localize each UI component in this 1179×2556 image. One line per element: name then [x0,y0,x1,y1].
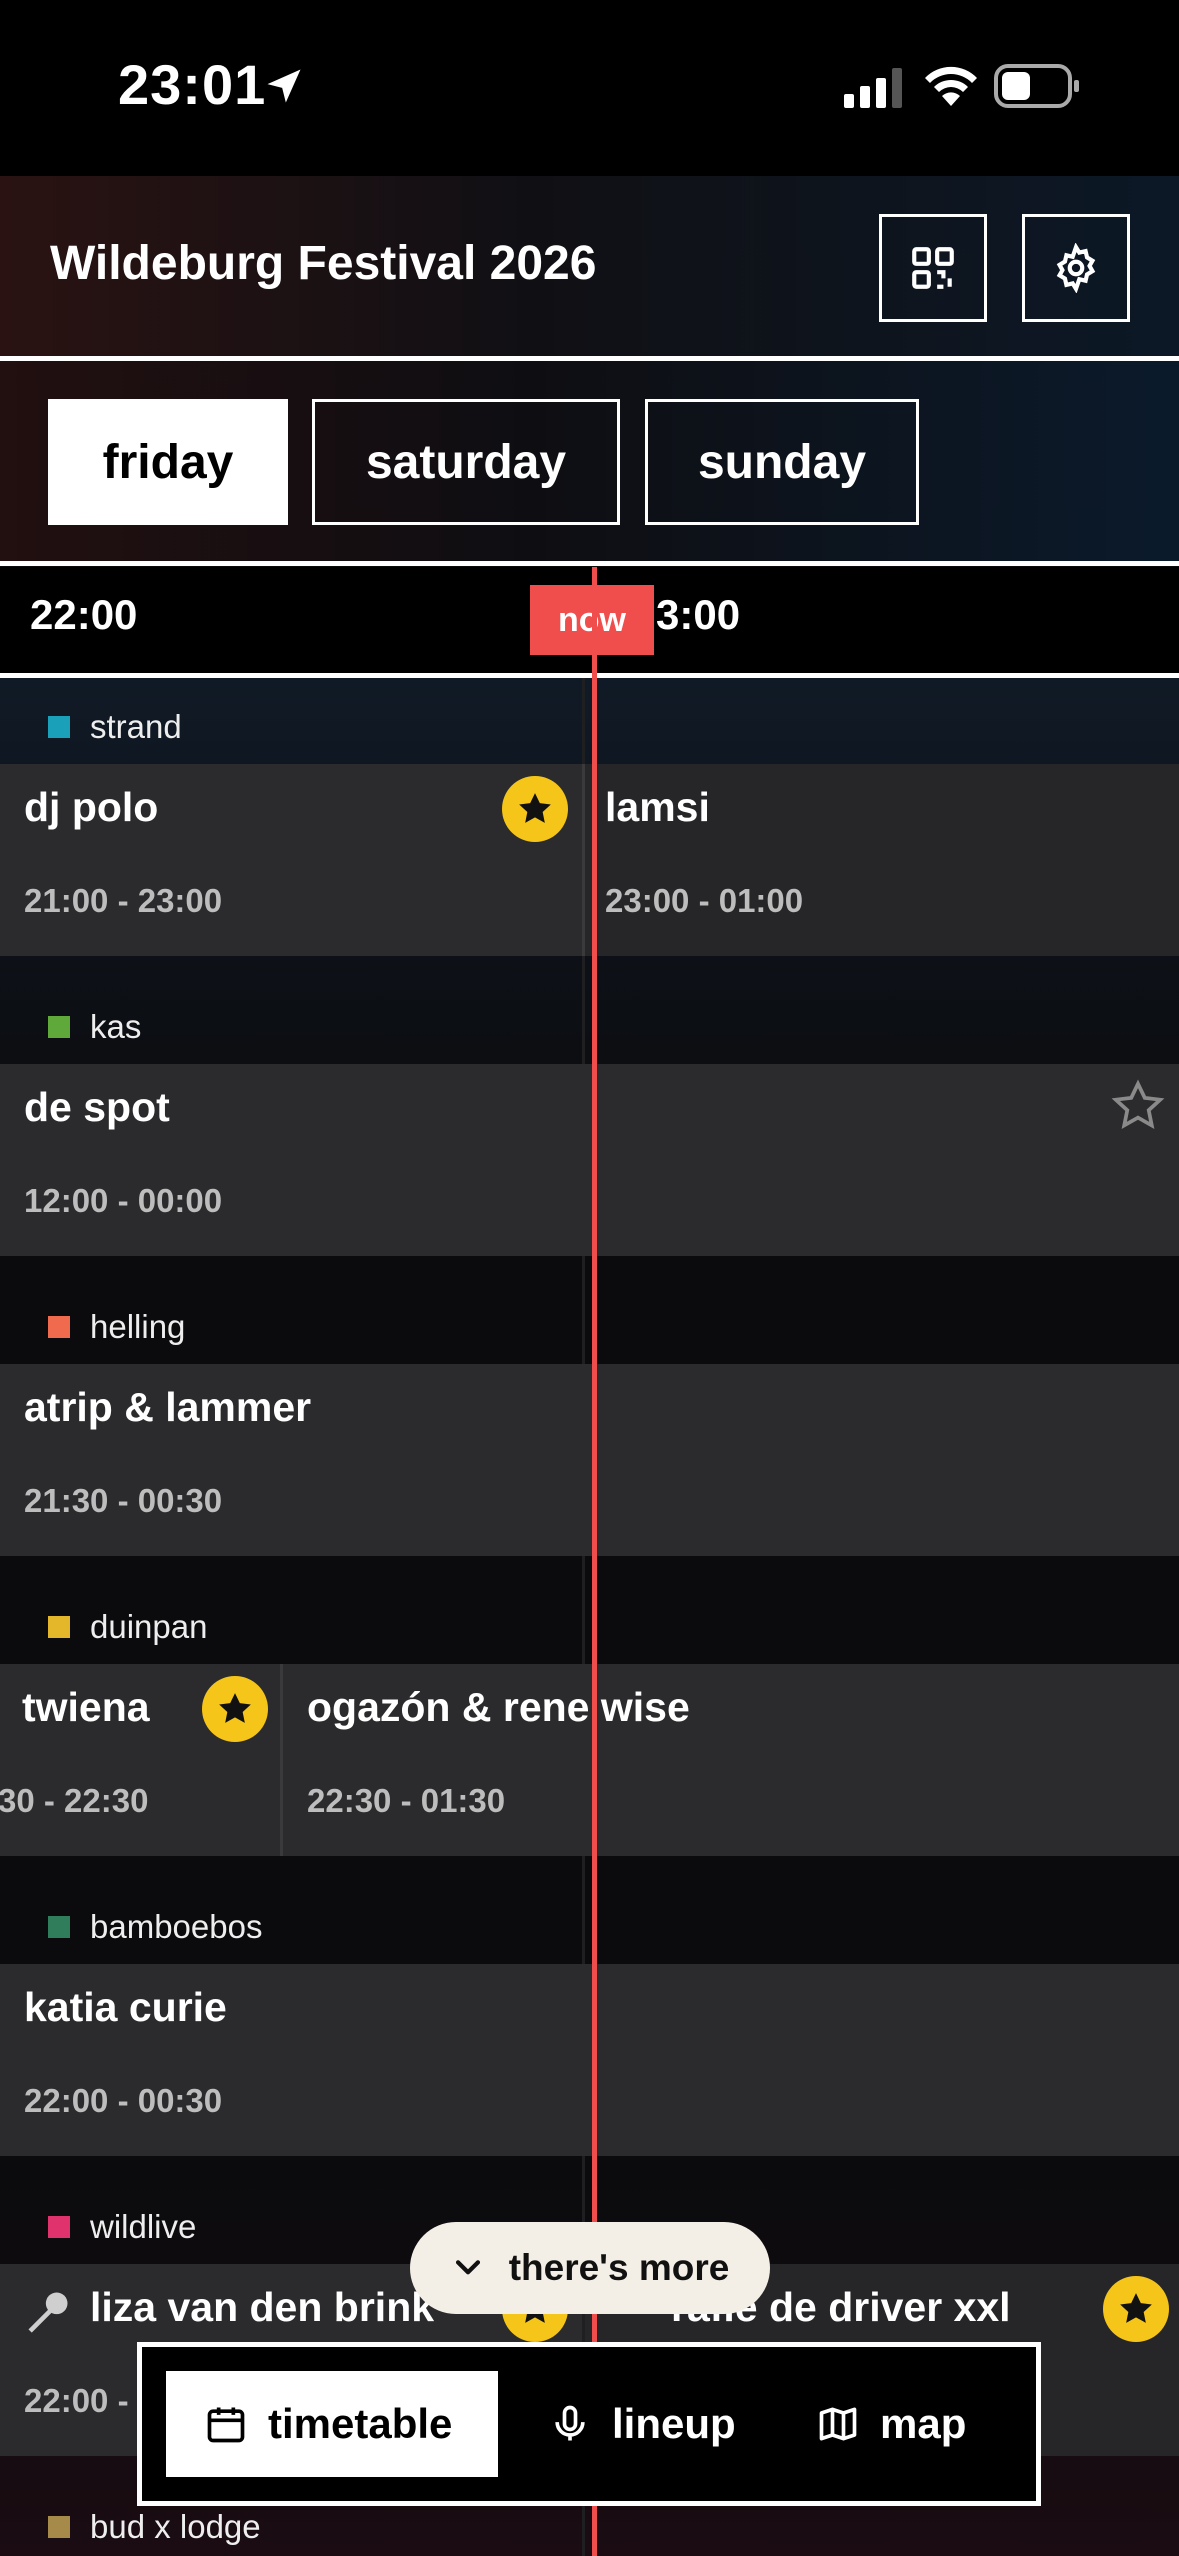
wifi-icon [925,66,977,106]
time-axis: 22:00 3:00 now [0,567,1179,673]
settings-button[interactable] [1022,214,1130,322]
nav-label: lineup [612,2400,736,2447]
battery-icon [994,64,1079,108]
set-time: 22:00 - [24,2382,129,2419]
stage-name: bamboebos [90,1908,263,1945]
stage-name: duinpan [90,1608,208,1645]
tab-sunday[interactable]: sunday [645,399,919,525]
set-time: 12:00 - 00:00 [24,1182,223,1219]
stage-name: wildlive [90,2208,197,2245]
stage-name: helling [90,1308,186,1345]
set-name: ogazón & rene wise [307,1684,690,1730]
favorite-star-button[interactable] [202,1676,268,1742]
star-icon [519,793,551,823]
microphone-icon [28,2292,68,2333]
qr-code-icon [912,247,954,289]
stage-label-helling: helling [48,1308,185,1346]
stage-color-helling [48,1316,70,1338]
qr-code-button[interactable] [879,214,987,322]
gear-icon [1056,243,1096,293]
app-header: Wildeburg Festival 2026 [0,176,1179,356]
set-time: 21:00 - 23:00 [24,882,223,919]
chevron-down-icon [455,2260,480,2275]
set-time: 22:00 - 00:30 [24,2082,223,2119]
stage-label-duinpan: duinpan [48,1608,207,1646]
stage-label-kas: kas [48,1008,141,1046]
star-icon [219,1693,251,1723]
stage-color-wildlive [48,2216,70,2238]
stage-label-wildlive: wildlive [48,2208,196,2246]
set-time: 23:00 - 01:00 [605,882,804,919]
set-time: 30 - 22:30 [0,1782,149,1819]
stage-name: bud x lodge [90,2508,261,2545]
stage-name: strand [90,708,182,745]
stage-color-bud-x-lodge [48,2516,70,2538]
nav-map[interactable]: map [764,2371,1004,2477]
set-twiena[interactable]: twiena 30 - 22:30 [0,1664,280,1856]
tabs-divider [0,561,1179,566]
nav-label: timetable [268,2400,453,2447]
set-katia-curie[interactable]: katia curie 22:00 - 00:30 [0,1964,1179,2156]
nav-timetable[interactable]: timetable [166,2371,498,2477]
set-name: twiena [22,1684,150,1730]
set-name: dj polo [24,784,159,830]
stage-label-bud-x-lodge: bud x lodge [48,2508,261,2546]
microphone-icon [555,2405,585,2441]
bottom-navigation: timetable lineup map [137,2342,1041,2506]
theres-more-button[interactable]: there's more [410,2222,770,2314]
page-title: Wildeburg Festival 2026 [50,237,597,290]
location-arrow-icon [267,69,301,103]
set-name: de spot [24,1084,170,1130]
nav-lineup[interactable]: lineup [506,2371,756,2477]
favorite-star-button[interactable] [502,776,568,842]
stage-name: kas [90,1008,142,1045]
set-dj-polo[interactable]: dj polo 21:00 - 23:00 [0,764,582,956]
map-icon [819,2407,857,2441]
theres-more-label: there's more [508,2247,730,2288]
set-lamsi[interactable]: lamsi 23:00 - 01:00 [585,764,1179,956]
time-label-next: 3:00 [656,591,741,638]
set-atrip-lammer[interactable]: atrip & lammer 21:30 - 00:30 [0,1364,1179,1556]
nav-label: map [880,2400,967,2447]
tab-saturday[interactable]: saturday [312,399,620,525]
calendar-icon [207,2407,245,2443]
set-de-spot[interactable]: de spot 12:00 - 00:00 [0,1064,1179,1256]
set-name: lamsi [605,784,710,830]
favorite-star-button[interactable] [1103,2276,1169,2342]
set-name: atrip & lammer [24,1384,312,1430]
star-icon [1120,2293,1152,2323]
set-name: liza van den brink [90,2284,435,2330]
stage-color-strand [48,716,70,738]
stage-label-strand: strand [48,708,182,746]
status-bar: 23:01 [0,0,1179,176]
star-outline-icon[interactable] [1110,1078,1166,1134]
stage-color-duinpan [48,1616,70,1638]
set-ogazon-rene-wise[interactable]: ogazón & rene wise 22:30 - 01:30 [283,1664,1179,1856]
cellular-signal-icon [844,68,902,108]
stage-color-kas [48,1016,70,1038]
status-time: 23:01 [118,53,267,116]
tab-friday[interactable]: friday [48,399,288,525]
set-time: 22:30 - 01:30 [307,1782,506,1819]
stage-color-bamboebos [48,1916,70,1938]
day-tabs: friday saturday sunday [0,361,1179,561]
set-name: katia curie [24,1984,227,2030]
time-label-start: 22:00 [30,591,138,638]
stage-label-bamboebos: bamboebos [48,1908,262,1946]
set-time: 21:30 - 00:30 [24,1482,223,1519]
